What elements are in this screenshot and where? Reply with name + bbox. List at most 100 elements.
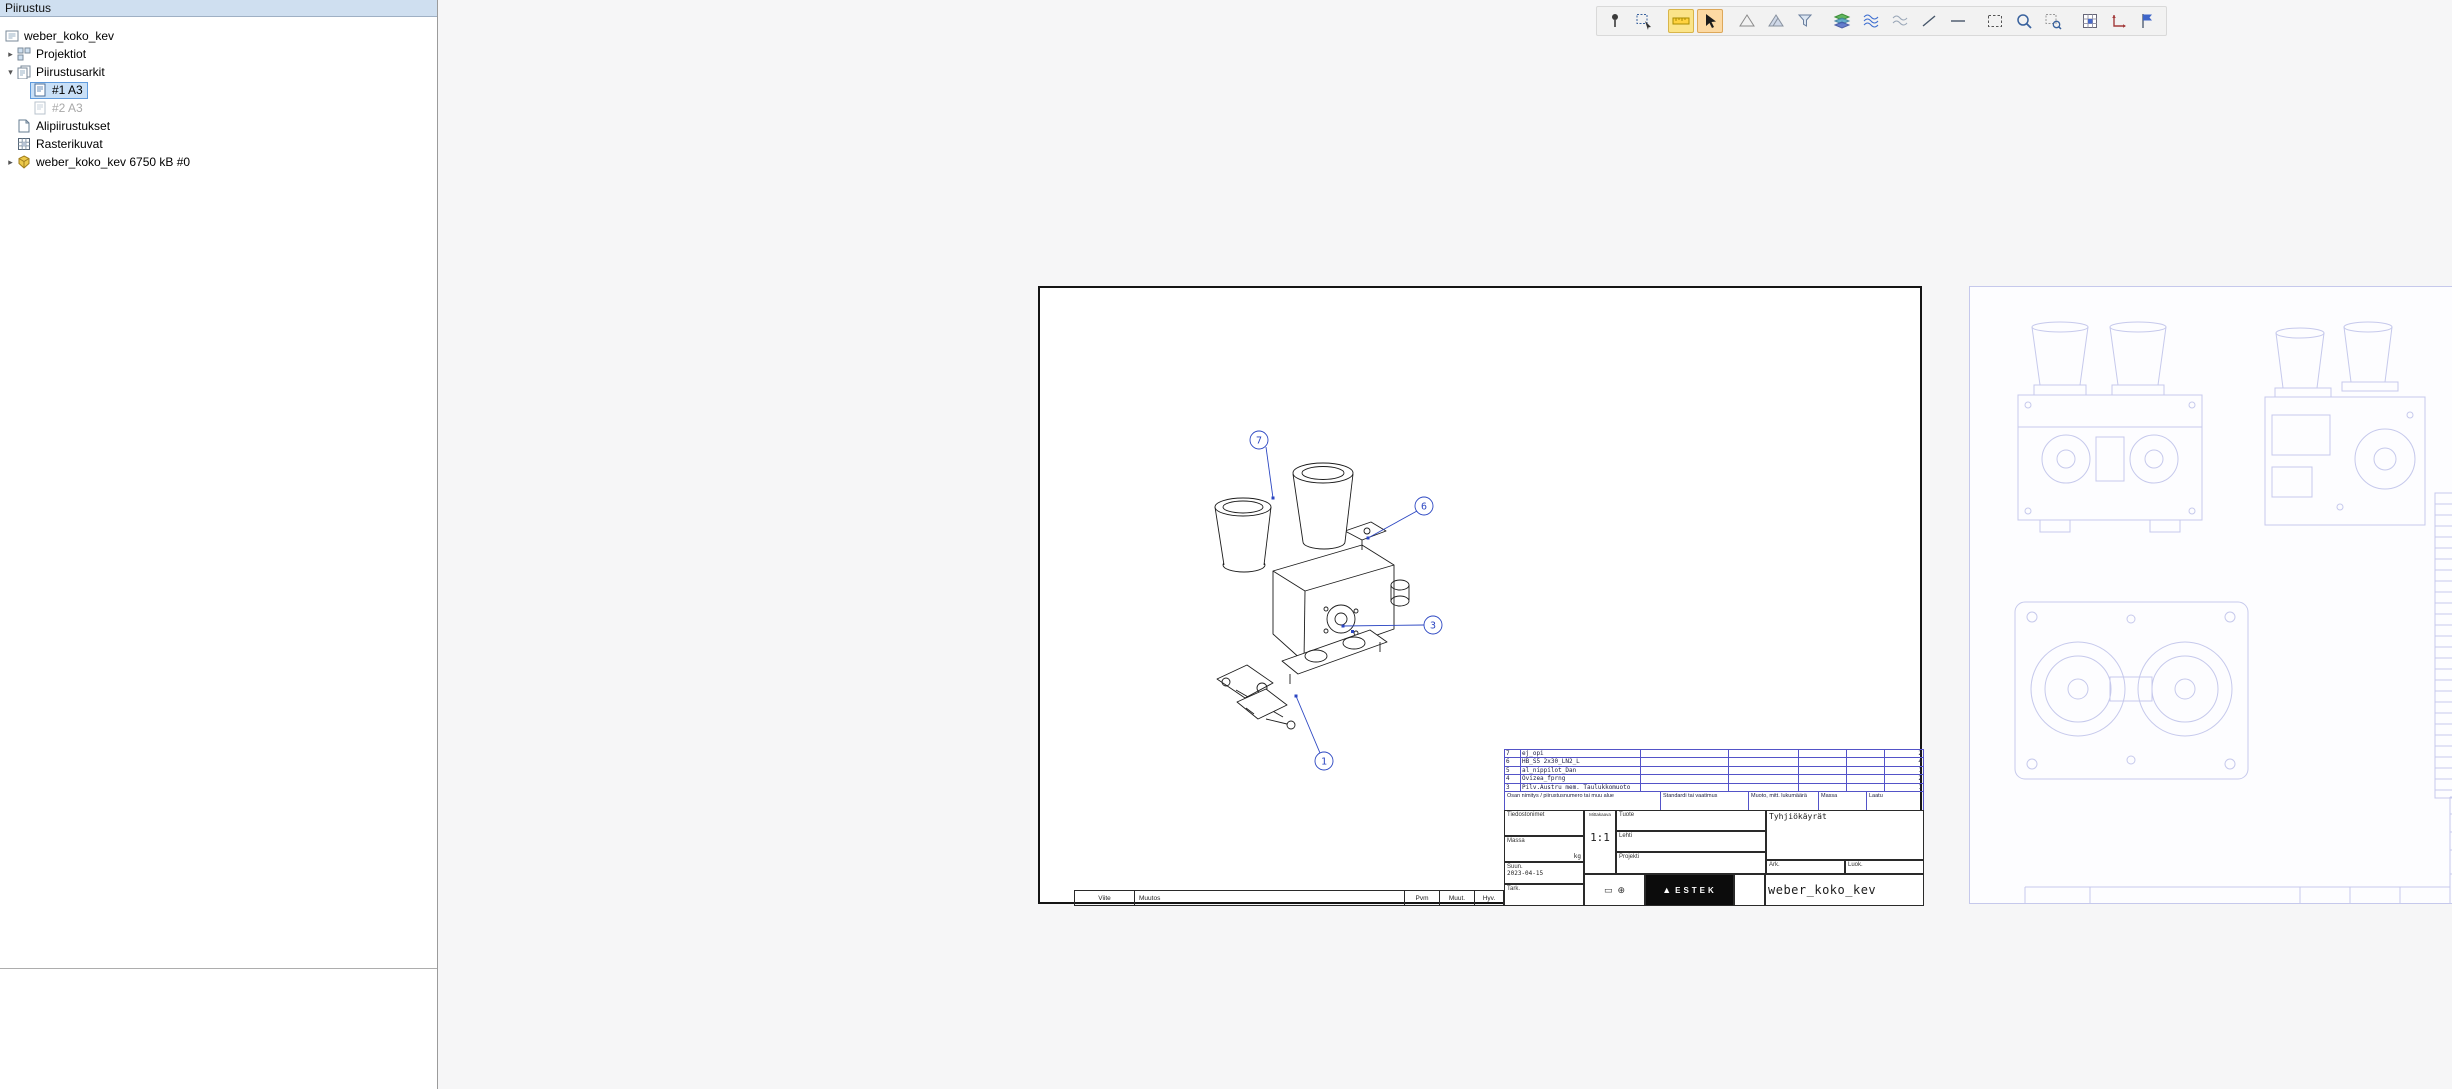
layer-stack-icon <box>1832 11 1852 31</box>
triangle-shaded-icon <box>1766 11 1786 31</box>
sheet-icon <box>33 83 48 97</box>
parts-name: Ovizea_fprng <box>1521 775 1641 783</box>
tree-item-rasterikuvat[interactable]: Rasterikuvat <box>0 135 437 153</box>
zoom-tool-button[interactable] <box>2011 9 2037 33</box>
parts-header-name: Osan nimitys / piirustusnumero tai muu a… <box>1505 792 1661 810</box>
target-icon: ⊕ <box>1617 885 1625 896</box>
tree-item-label: #1 A3 <box>52 83 83 97</box>
marquee-icon <box>1985 11 2005 31</box>
parts-name: ej_opi <box>1521 750 1641 758</box>
titleblock-scale-cell: Mittakaava1:1 <box>1584 810 1616 874</box>
revision-by-label: Muut. <box>1440 891 1475 905</box>
parts-header-form: Muoto, mitt. lukumäärä <box>1749 792 1819 810</box>
tree-item-sheet-2-a3[interactable]: #2 A3 <box>0 99 437 117</box>
drawing-canvas[interactable]: 7 6 3 1 7 ej_opi 2 6 HB_S5 2x30_LN2_L 4 … <box>439 0 2452 1089</box>
revision-approved-label: Hyv. <box>1475 891 1503 905</box>
raster-icon <box>17 137 32 151</box>
chevron-right-icon[interactable]: ▸ <box>4 157 17 168</box>
fence-select-tool-button[interactable] <box>1631 9 1657 33</box>
parts-pos: 7 <box>1505 750 1521 758</box>
balloon-number[interactable]: 7 <box>1256 436 1262 447</box>
diagonal-line-icon <box>1919 11 1939 31</box>
tree-item-label: weber_koko_kev <box>24 29 114 43</box>
measure-tool-button[interactable] <box>1668 9 1694 33</box>
scale-value: 1:1 <box>1587 831 1613 844</box>
parts-header-mass: Massa <box>1819 792 1867 810</box>
plane-tool-button[interactable] <box>1734 9 1760 33</box>
parts-pos: 3 <box>1505 784 1521 792</box>
tree-item-alipiirustukset[interactable]: Alipiirustukset <box>0 117 437 135</box>
titleblock-class-cell: Luok. <box>1845 860 1924 874</box>
shaded-plane-tool-button[interactable] <box>1763 9 1789 33</box>
tree-item-piirustusarkit[interactable]: ▾ Piirustusarkit <box>0 63 437 81</box>
revision-change-label: Muutos <box>1135 891 1405 905</box>
drawing-sheet-1[interactable]: 7 6 3 1 7 ej_opi 2 6 HB_S5 2x30_LN2_L 4 … <box>1038 286 1922 904</box>
drawing-tree-panel: Piirustus weber_koko_kev ▸ Projektiot ▾ … <box>0 0 438 1089</box>
pin-tool-button[interactable] <box>1602 9 1628 33</box>
horizontal-line-tool-button[interactable] <box>1945 9 1971 33</box>
filter-tool-button[interactable] <box>1792 9 1818 33</box>
parts-pos: 4 <box>1505 775 1521 783</box>
magnifier-icon <box>2014 11 2034 31</box>
balloon-number[interactable]: 3 <box>1430 621 1436 632</box>
grid-paste-tool-button[interactable] <box>2077 9 2103 33</box>
parts-qty: 1 <box>1885 784 1923 792</box>
marquee-tool-button[interactable] <box>1982 9 2008 33</box>
filter-funnel-icon <box>1795 11 1815 31</box>
triangle-outline-icon <box>1737 11 1757 31</box>
select-tool-button[interactable] <box>1697 9 1723 33</box>
tree-item-model-weber-koko-kev[interactable]: ▸ weber_koko_kev 6750 kB #0 <box>0 153 437 171</box>
selected-tree-item: #1 A3 <box>30 82 88 99</box>
work-name: Tyhjiökäyrät <box>1769 812 1827 821</box>
parts-header-standard: Standardi tai vaatimus <box>1661 792 1749 810</box>
chevron-right-icon[interactable]: ▸ <box>4 49 17 60</box>
titleblock-project-cell: Projekti <box>1616 852 1766 874</box>
panel-title: Piirustus <box>0 0 437 17</box>
titleblock-plot-icons-cell: ▭⊕ <box>1584 874 1645 906</box>
coordinate-axes-tool-button[interactable] <box>2106 9 2132 33</box>
tree-item-root-drawing[interactable]: weber_koko_kev <box>0 27 437 45</box>
tree-item-label: Rasterikuvat <box>36 137 103 151</box>
parts-name: al_nippilot_Dan <box>1521 767 1641 775</box>
flag-icon <box>2138 11 2158 31</box>
drawing-icon <box>5 29 20 43</box>
zoom-select-icon <box>2043 11 2063 31</box>
splines-gray-tool-button[interactable] <box>1887 9 1913 33</box>
grid-icon <box>2080 11 2100 31</box>
tree-item-label: Projektiot <box>36 47 86 61</box>
titleblock-checked-cell: Tark. <box>1504 884 1584 906</box>
tree-item-label: Alipiirustukset <box>36 119 110 133</box>
chevron-down-icon[interactable]: ▾ <box>4 67 17 78</box>
tree-item-projektiot[interactable]: ▸ Projektiot <box>0 45 437 63</box>
parts-qty: 2 <box>1885 775 1923 783</box>
tree-item-label: #2 A3 <box>52 101 83 115</box>
parts-name: HB_S5 2x30_LN2_L <box>1521 758 1641 766</box>
titleblock-mass-cell: Massakg <box>1504 836 1584 862</box>
titleblock-sheet-cell: Lehti <box>1616 831 1766 852</box>
sheet-icon <box>33 101 48 115</box>
titleblock-spacer-cell <box>1734 874 1765 906</box>
drawing-sheet-2-inactive[interactable]: ESTEK weber_koko_kev <box>1969 286 2452 904</box>
parts-qty: 4 <box>1885 758 1923 766</box>
carburetor-geometry <box>1215 463 1409 729</box>
balloon-number[interactable]: 1 <box>1321 757 1327 768</box>
parts-header-quality: Laatu <box>1867 792 1923 810</box>
parts-pos: 5 <box>1505 767 1521 775</box>
panel-horizontal-splitter[interactable] <box>0 968 437 969</box>
diagonal-line-tool-button[interactable] <box>1916 9 1942 33</box>
layer-stack-tool-button[interactable] <box>1829 9 1855 33</box>
company-logo: ▲ESTEK <box>1645 874 1734 906</box>
titleblock-product-cell: Tuote <box>1616 810 1766 831</box>
splines-blue-tool-button[interactable] <box>1858 9 1884 33</box>
balloon-number[interactable]: 6 <box>1421 502 1427 513</box>
plotter-icon: ▭ <box>1604 885 1613 896</box>
flag-tool-button[interactable] <box>2135 9 2161 33</box>
zoom-select-tool-button[interactable] <box>2040 9 2066 33</box>
sheets-folder-icon <box>17 65 32 79</box>
measure-ruler-icon <box>1671 11 1691 31</box>
drawing-name-cell: weber_koko_kev <box>1765 874 1924 906</box>
tree-item-sheet-1-a3[interactable]: #1 A3 <box>0 81 437 99</box>
tree-item-label: weber_koko_kev 6750 kB #0 <box>36 155 190 169</box>
drawing-tree: weber_koko_kev ▸ Projektiot ▾ Piirustusa… <box>0 17 437 171</box>
revision-strip: Viite Muutos Pvm Muut. Hyv. <box>1074 890 1504 906</box>
